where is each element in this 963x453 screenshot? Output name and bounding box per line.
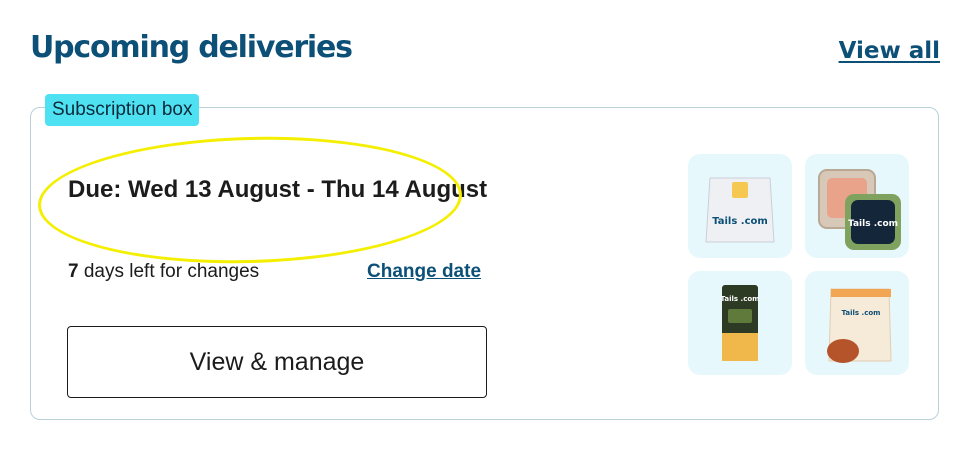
change-date-link[interactable]: Change date <box>367 261 481 283</box>
days-left-text: 7 days left for changes <box>68 261 259 283</box>
view-all-link[interactable]: View all <box>839 38 940 64</box>
due-date: Due: Wed 13 August - Thu 14 August <box>68 176 488 203</box>
days-left-label: days left for changes <box>78 261 260 282</box>
product-tile-pig-ears: Tails .com <box>805 271 909 375</box>
poo-bags-image: Tails .com <box>721 285 760 361</box>
pig-ears-logo: Tails .com <box>842 309 881 317</box>
poo-bags-logo: Tails .com <box>721 295 760 303</box>
subscription-badge: Subscription box <box>45 94 200 126</box>
dry-food-logo: Tails .com <box>712 216 768 227</box>
days-left-count: 7 <box>68 261 79 282</box>
dry-food-bag-image: Tails .com <box>705 177 775 243</box>
product-tile-dry-food: Tails .com <box>688 154 792 258</box>
product-tile-wet-food: Tails .com <box>805 154 909 258</box>
wet-food-logo: Tails .com <box>848 219 898 229</box>
page-title: Upcoming deliveries <box>30 30 353 65</box>
pig-ears-treats-image: Tails .com <box>827 288 892 363</box>
wet-food-trays-image: Tails .com <box>818 169 901 250</box>
product-tile-poo-bags: Tails .com <box>688 271 792 375</box>
view-manage-button[interactable]: View & manage <box>67 326 487 398</box>
